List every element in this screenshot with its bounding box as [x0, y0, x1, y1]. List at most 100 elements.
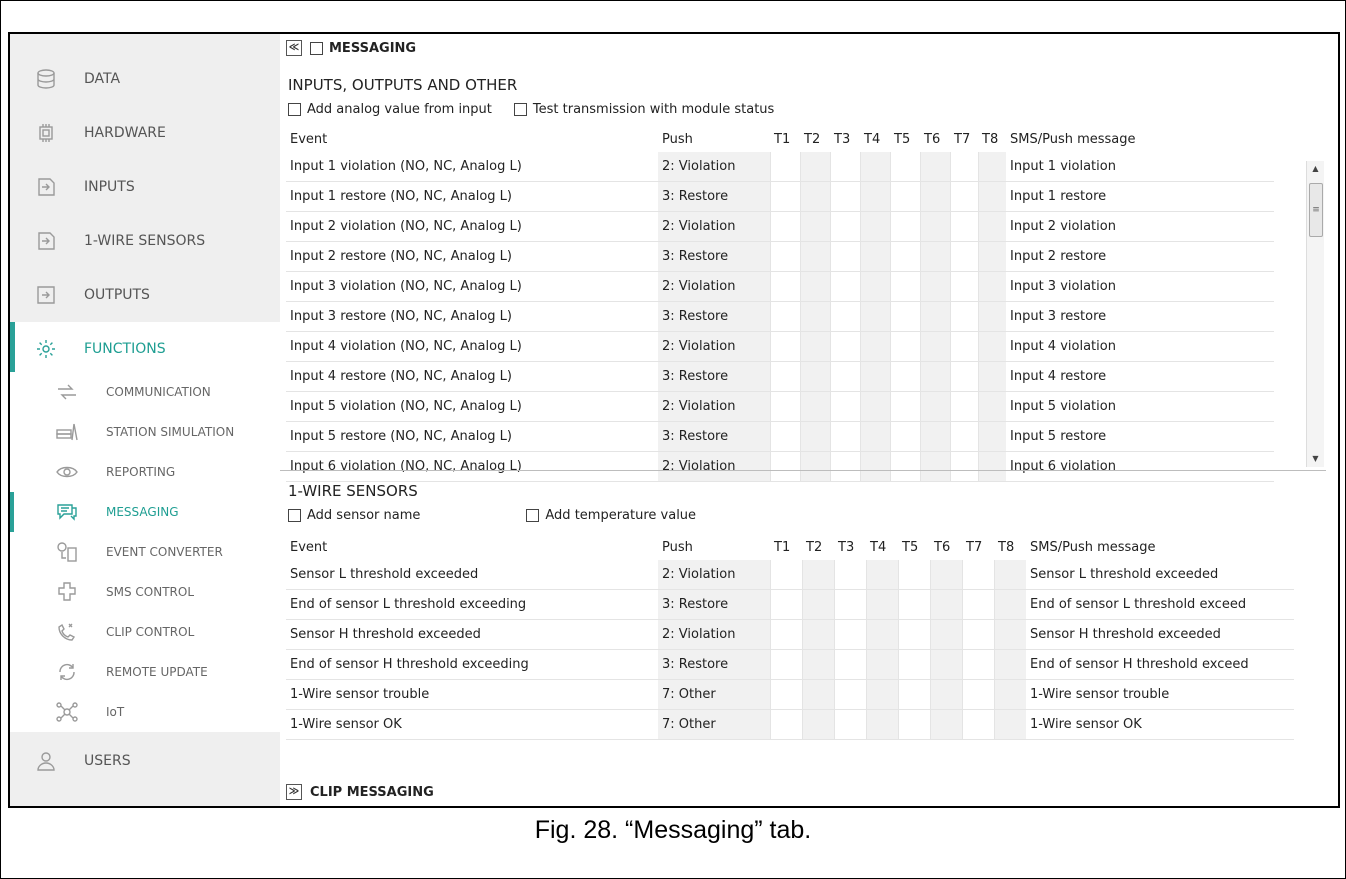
event-cell[interactable]: Input 3 violation (NO, NC, Analog L)	[286, 271, 658, 302]
transmission-checkbox-cell[interactable]	[993, 649, 1026, 680]
event-cell[interactable]: Input 6 violation (NO, NC, Analog L)	[286, 451, 658, 482]
transmission-checkbox-cell[interactable]	[949, 152, 978, 182]
transmission-checkbox-cell[interactable]	[799, 451, 830, 482]
transmission-checkbox-cell[interactable]	[769, 361, 800, 392]
transmission-checkbox-cell[interactable]	[949, 391, 978, 422]
transmission-checkbox-cell[interactable]	[949, 241, 978, 272]
transmission-checkbox-cell[interactable]	[865, 679, 898, 710]
message-cell[interactable]: Input 2 restore	[1006, 241, 1274, 272]
transmission-checkbox-cell[interactable]	[829, 181, 860, 212]
transmission-checkbox-cell[interactable]	[829, 211, 860, 242]
sidebar-item-functions[interactable]: FUNCTIONS	[10, 322, 280, 376]
push-cell[interactable]: 3: Restore	[658, 589, 770, 620]
transmission-checkbox-cell[interactable]	[799, 391, 830, 422]
scroll-thumb[interactable]: ≡	[1309, 183, 1323, 237]
transmission-checkbox-cell[interactable]	[829, 421, 860, 452]
transmission-checkbox-cell[interactable]	[897, 679, 930, 710]
transmission-checkbox-cell[interactable]	[799, 271, 830, 302]
transmission-checkbox-cell[interactable]	[829, 152, 860, 182]
message-cell[interactable]: Sensor H threshold exceeded	[1026, 619, 1294, 650]
transmission-checkbox-cell[interactable]	[977, 241, 1006, 272]
transmission-checkbox-cell[interactable]	[961, 619, 994, 650]
sidebar-item-users[interactable]: USERS	[10, 734, 280, 788]
transmission-checkbox-cell[interactable]	[993, 589, 1026, 620]
transmission-checkbox-cell[interactable]	[929, 679, 962, 710]
transmission-checkbox-cell[interactable]	[919, 301, 950, 332]
transmission-checkbox-cell[interactable]	[919, 421, 950, 452]
transmission-checkbox-cell[interactable]	[977, 421, 1006, 452]
transmission-checkbox-cell[interactable]	[859, 271, 890, 302]
transmission-checkbox-cell[interactable]	[799, 421, 830, 452]
message-cell[interactable]: Input 3 restore	[1006, 301, 1274, 332]
transmission-checkbox-cell[interactable]	[865, 649, 898, 680]
transmission-checkbox-cell[interactable]	[859, 301, 890, 332]
transmission-checkbox-cell[interactable]	[769, 211, 800, 242]
add-analog-value-checkbox[interactable]	[288, 103, 301, 116]
transmission-checkbox-cell[interactable]	[801, 589, 834, 620]
push-cell[interactable]: 7: Other	[658, 679, 770, 710]
transmission-checkbox-cell[interactable]	[859, 361, 890, 392]
sidebar-item-messaging[interactable]: MESSAGING	[10, 492, 280, 532]
transmission-checkbox-cell[interactable]	[993, 679, 1026, 710]
table-row[interactable]: 1-Wire sensor OK 7: Other 1-Wire sensor OK	[286, 709, 1294, 740]
push-cell[interactable]: 2: Violation	[658, 560, 770, 590]
sidebar-item-event-converter[interactable]: EVENT CONVERTER	[10, 532, 280, 572]
transmission-checkbox-cell[interactable]	[929, 619, 962, 650]
table-row[interactable]: End of sensor L threshold exceeding 3: Re…	[286, 589, 1294, 620]
transmission-checkbox-cell[interactable]	[949, 361, 978, 392]
message-cell[interactable]: Input 4 restore	[1006, 361, 1274, 392]
transmission-checkbox-cell[interactable]	[859, 152, 890, 182]
event-cell[interactable]: Sensor H threshold exceeded	[286, 619, 658, 650]
transmission-checkbox-cell[interactable]	[799, 331, 830, 362]
transmission-checkbox-cell[interactable]	[889, 451, 920, 482]
push-cell[interactable]: 3: Restore	[658, 301, 770, 332]
push-cell[interactable]: 2: Violation	[658, 391, 770, 422]
transmission-checkbox-cell[interactable]	[961, 679, 994, 710]
transmission-checkbox-cell[interactable]	[833, 709, 866, 740]
add-sensor-name-option[interactable]: Add sensor name	[288, 508, 420, 523]
sidebar-item-inputs[interactable]: INPUTS	[10, 160, 280, 214]
event-cell[interactable]: Sensor L threshold exceeded	[286, 560, 658, 590]
transmission-checkbox-cell[interactable]	[961, 649, 994, 680]
transmission-checkbox-cell[interactable]	[859, 451, 890, 482]
table-row[interactable]: Sensor H threshold exceeded 2: Violation S…	[286, 619, 1294, 650]
transmission-checkbox-cell[interactable]	[929, 709, 962, 740]
transmission-checkbox-cell[interactable]	[929, 560, 962, 590]
transmission-checkbox-cell[interactable]	[769, 271, 800, 302]
transmission-checkbox-cell[interactable]	[801, 709, 834, 740]
message-cell[interactable]: Input 1 violation	[1006, 152, 1274, 182]
push-cell[interactable]: 2: Violation	[658, 152, 770, 182]
push-cell[interactable]: 2: Violation	[658, 331, 770, 362]
transmission-checkbox-cell[interactable]	[865, 560, 898, 590]
transmission-checkbox-cell[interactable]	[769, 560, 802, 590]
message-cell[interactable]: Input 4 violation	[1006, 331, 1274, 362]
transmission-checkbox-cell[interactable]	[889, 241, 920, 272]
message-cell[interactable]: Input 6 violation	[1006, 451, 1274, 482]
transmission-checkbox-cell[interactable]	[769, 709, 802, 740]
transmission-checkbox-cell[interactable]	[897, 589, 930, 620]
transmission-checkbox-cell[interactable]	[769, 451, 800, 482]
table-row[interactable]: Input 3 restore (NO, NC, Analog L) 3: Res…	[286, 301, 1274, 332]
transmission-checkbox-cell[interactable]	[949, 181, 978, 212]
transmission-checkbox-cell[interactable]	[897, 649, 930, 680]
transmission-checkbox-cell[interactable]	[829, 451, 860, 482]
add-sensor-name-checkbox[interactable]	[288, 509, 301, 522]
transmission-checkbox-cell[interactable]	[961, 589, 994, 620]
transmission-checkbox-cell[interactable]	[949, 301, 978, 332]
transmission-checkbox-cell[interactable]	[993, 619, 1026, 650]
add-temperature-checkbox[interactable]	[526, 509, 540, 522]
table-row[interactable]: Input 1 violation (NO, NC, Analog L) 2: V…	[286, 152, 1274, 182]
sidebar-item-outputs[interactable]: OUTPUTS	[10, 268, 280, 322]
push-cell[interactable]: 2: Violation	[658, 271, 770, 302]
push-cell[interactable]: 7: Other	[658, 709, 770, 740]
scroll-down-arrow-icon[interactable]: ▼	[1307, 451, 1324, 467]
transmission-checkbox-cell[interactable]	[949, 211, 978, 242]
transmission-checkbox-cell[interactable]	[829, 331, 860, 362]
message-cell[interactable]: Sensor L threshold exceeded	[1026, 560, 1294, 590]
transmission-checkbox-cell[interactable]	[897, 619, 930, 650]
sidebar-item-hardware[interactable]: HARDWARE	[10, 106, 280, 160]
transmission-checkbox-cell[interactable]	[769, 152, 800, 182]
transmission-checkbox-cell[interactable]	[799, 152, 830, 182]
transmission-checkbox-cell[interactable]	[919, 271, 950, 302]
event-cell[interactable]: Input 2 violation (NO, NC, Analog L)	[286, 211, 658, 242]
